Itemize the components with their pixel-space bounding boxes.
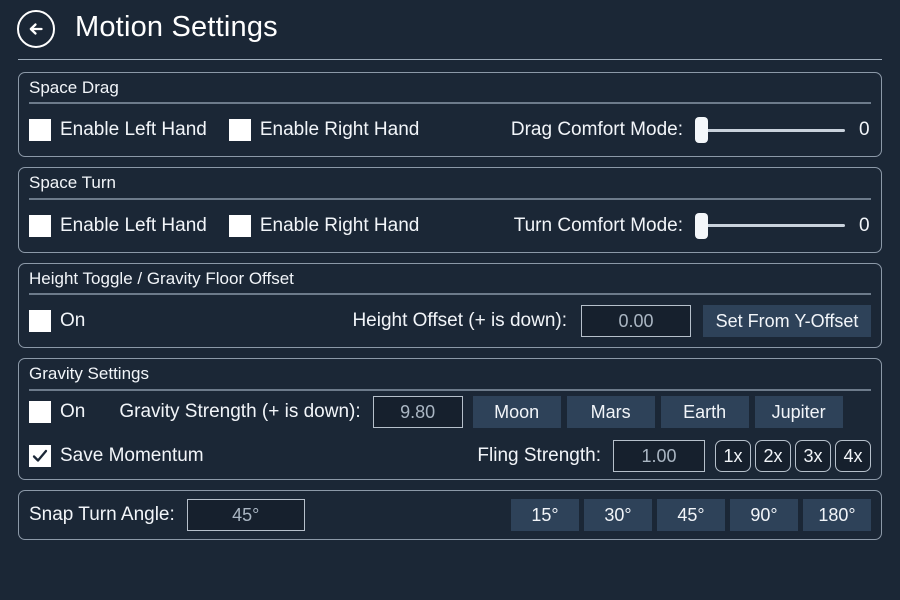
preset-button-jupiter[interactable]: Jupiter	[754, 396, 843, 429]
section-title-space-drag: Space Drag	[29, 78, 119, 97]
toggle-drag-left-hand[interactable]: Enable Left Hand	[29, 119, 207, 142]
label-gravity-strength: Gravity Strength (+ is down):	[119, 401, 361, 423]
input-snap-turn-angle[interactable]: 45°	[186, 498, 305, 531]
label-turn-left-hand: Enable Left Hand	[60, 214, 207, 236]
input-height-offset[interactable]: 0.00	[581, 305, 691, 338]
label-drag-comfort-mode: Drag Comfort Mode:	[510, 119, 683, 141]
snap-preset-button-45[interactable]: 45°	[657, 498, 725, 531]
value-turn-comfort-mode: 0	[859, 214, 870, 236]
checkbox-height-on[interactable]	[29, 310, 51, 333]
check-icon	[32, 449, 48, 462]
section-space-turn: Space Turn Enable Left Hand Enable Right…	[18, 167, 882, 253]
preset-button-earth[interactable]: Earth	[660, 396, 749, 429]
section-title-gravity: Gravity Settings	[29, 364, 149, 384]
snap-preset-button-90[interactable]: 90°	[730, 498, 798, 531]
input-gravity-strength[interactable]: 9.80	[372, 396, 463, 429]
toggle-gravity-on[interactable]: On	[29, 401, 86, 424]
fling-preset-button-2x[interactable]: 2x	[755, 440, 791, 473]
checkbox-save-momentum[interactable]	[29, 445, 51, 468]
label-height-on: On	[60, 310, 86, 332]
toggle-height-on[interactable]: On	[29, 310, 86, 333]
label-height-offset: Height Offset (+ is down):	[352, 310, 567, 332]
fling-preset-button-3x[interactable]: 3x	[795, 440, 831, 473]
label-drag-right-hand: Enable Right Hand	[259, 119, 420, 141]
label-save-momentum: Save Momentum	[60, 445, 204, 467]
checkbox-turn-left-hand[interactable]	[29, 214, 51, 237]
fling-preset-button-1x[interactable]: 1x	[715, 440, 751, 473]
section-gravity-settings: Gravity Settings On Gravity Strength (+ …	[18, 358, 882, 480]
slider-thumb[interactable]	[695, 117, 708, 144]
checkbox-turn-right-hand[interactable]	[228, 214, 251, 237]
checkbox-gravity-on[interactable]	[29, 401, 51, 424]
back-button[interactable]	[17, 10, 55, 48]
page-title: Motion Settings	[75, 11, 278, 43]
checkbox-drag-right-hand[interactable]	[228, 119, 251, 142]
snap-preset-button-180[interactable]: 180°	[803, 498, 871, 531]
label-turn-comfort-mode: Turn Comfort Mode:	[513, 214, 683, 236]
label-turn-right-hand: Enable Right Hand	[259, 214, 420, 236]
page-header: Motion Settings	[0, 0, 900, 48]
label-fling-strength: Fling Strength:	[477, 445, 601, 467]
section-space-drag: Space Drag Enable Left Hand Enable Right…	[18, 72, 882, 158]
section-title-space-turn: Space Turn	[29, 173, 116, 193]
label-gravity-on: On	[60, 401, 86, 423]
toggle-turn-right-hand[interactable]: Enable Right Hand	[228, 214, 420, 237]
slider-turn-comfort-mode[interactable]	[695, 212, 845, 239]
snap-preset-button-30[interactable]: 30°	[584, 498, 652, 531]
value-drag-comfort-mode: 0	[859, 119, 870, 141]
section-snap-turn: Snap Turn Angle: 45° 15° 30° 45° 90° 180…	[18, 489, 882, 540]
input-fling-strength[interactable]: 1.00	[613, 440, 705, 473]
snap-preset-button-15[interactable]: 15°	[511, 498, 579, 531]
section-height-toggle: Height Toggle / Gravity Floor Offset On …	[18, 262, 882, 349]
preset-button-mars[interactable]: Mars	[566, 396, 655, 429]
label-drag-left-hand: Enable Left Hand	[60, 119, 207, 141]
section-title-height-toggle: Height Toggle / Gravity Floor Offset	[29, 268, 294, 288]
preset-button-moon[interactable]: Moon	[472, 396, 561, 429]
slider-track	[695, 128, 845, 132]
label-snap-turn-angle: Snap Turn Angle:	[29, 503, 175, 525]
set-from-y-offset-button[interactable]: Set From Y-Offset	[703, 305, 871, 338]
slider-thumb[interactable]	[695, 212, 708, 239]
toggle-save-momentum[interactable]: Save Momentum	[29, 445, 204, 468]
slider-drag-comfort-mode[interactable]	[695, 117, 845, 144]
toggle-turn-left-hand[interactable]: Enable Left Hand	[29, 214, 207, 237]
slider-track	[695, 224, 845, 228]
settings-list: Space Drag Enable Left Hand Enable Right…	[0, 60, 900, 540]
toggle-drag-right-hand[interactable]: Enable Right Hand	[228, 119, 420, 142]
arrow-left-circle-icon	[25, 18, 47, 40]
fling-preset-button-4x[interactable]: 4x	[835, 440, 871, 473]
checkbox-drag-left-hand[interactable]	[29, 119, 51, 142]
